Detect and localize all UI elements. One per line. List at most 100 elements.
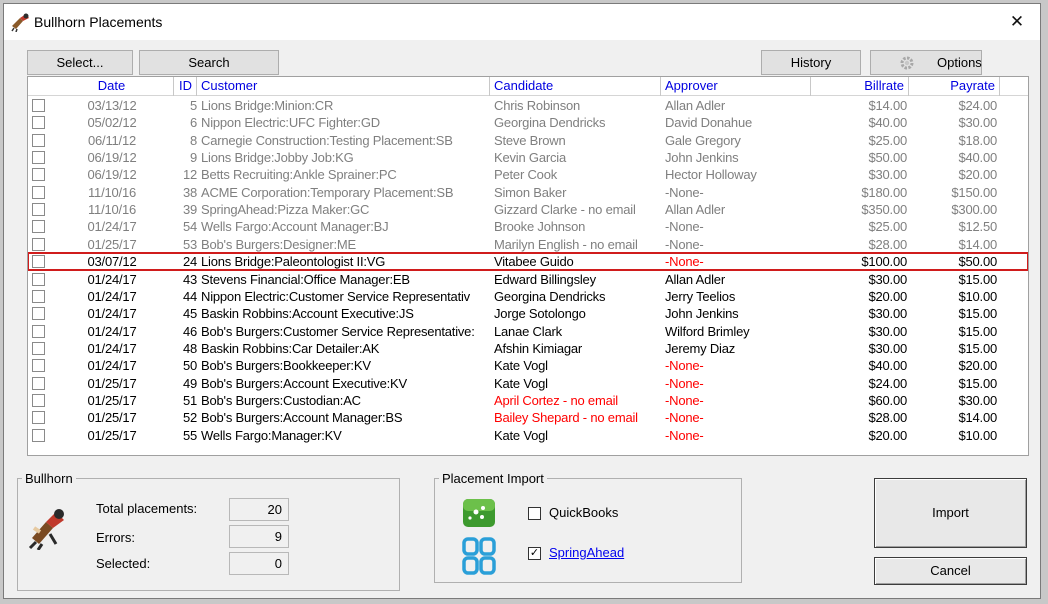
table-row[interactable]: 11/10/16 39 SpringAhead:Pizza Maker:GC Gizz… [28,201,1028,218]
cell-date: 01/24/17 [87,323,137,339]
row-checkbox[interactable] [32,428,45,442]
cell-customer: Bob's Burgers:Customer Service Represent… [201,323,475,339]
cell-customer: Wells Fargo:Manager:KV [201,427,342,443]
row-checkbox[interactable] [32,237,45,251]
cell-id: 53 [182,236,197,252]
row-checkbox[interactable] [32,289,45,303]
header-id[interactable]: ID [174,77,197,96]
search-button[interactable]: Search [139,50,279,75]
table-row[interactable]: 01/25/17 55 Wells Fargo:Manager:KV Kate Vog… [28,427,1028,444]
cell-date: 06/19/12 [87,150,137,166]
cell-approver: -None- [665,184,704,200]
cell-customer: Baskin Robbins:Account Executive:JS [201,306,414,322]
row-checkbox[interactable] [32,133,45,147]
row-checkbox[interactable] [32,411,45,425]
header-customer[interactable]: Customer [197,77,490,96]
row-checkbox[interactable] [32,203,45,217]
header-candidate[interactable]: Candidate [490,77,661,96]
cell-billrate: $60.00 [868,392,907,408]
row-checkbox[interactable] [32,99,45,112]
options-button[interactable]: Options [870,50,982,75]
import-button[interactable]: Import [874,478,1027,548]
table-row[interactable]: 01/24/17 48 Baskin Robbins:Car Detailer:AK… [28,340,1028,357]
row-checkbox[interactable] [32,220,45,234]
springahead-link[interactable]: SpringAhead [549,545,624,560]
row-checkbox[interactable] [32,359,45,373]
table-row[interactable]: 01/25/17 51 Bob's Burgers:Custodian:AC Apri… [28,392,1028,409]
cell-id: 51 [182,392,197,408]
cell-billrate: $30.00 [868,323,907,339]
table-row[interactable]: 01/25/17 52 Bob's Burgers:Account Manager:… [28,409,1028,426]
cell-customer: Bob's Burgers:Custodian:AC [201,392,361,408]
table-row[interactable]: 01/25/17 53 Bob's Burgers:Designer:ME Maril… [28,236,1028,253]
bullhorn-group: Bullhorn [17,471,400,591]
table-row[interactable]: 01/24/17 46 Bob's Burgers:Customer Service… [28,323,1028,340]
cell-payrate: $15.00 [958,271,997,287]
select-button[interactable]: Select... [27,50,133,75]
bullhorn-logo-icon [11,13,29,32]
table-row[interactable]: 01/24/17 43 Stevens Financial:Office Manag… [28,271,1028,288]
row-checkbox[interactable] [32,376,45,390]
cell-billrate: $14.00 [868,98,907,113]
row-checkbox[interactable] [32,168,45,182]
cell-id: 39 [182,202,197,218]
table-row[interactable]: 05/02/12 6 Nippon Electric:UFC Fighter:GD G… [28,114,1028,131]
options-label: Options [937,55,982,70]
selected-label: Selected: [96,556,151,571]
cell-billrate: $20.00 [868,427,907,443]
bullhorn-legend: Bullhorn [25,471,73,486]
row-checkbox[interactable] [32,116,45,130]
cell-payrate: $30.00 [958,115,997,131]
table-row[interactable]: 06/19/12 12 Betts Recruiting:Ankle Spraine… [28,166,1028,183]
cell-payrate: $50.00 [958,254,997,270]
row-checkbox[interactable] [32,151,45,165]
table-row[interactable]: 01/24/17 45 Baskin Robbins:Account Executi… [28,305,1028,322]
window-title: Bullhorn Placements [34,14,163,30]
history-button[interactable]: History [761,50,861,75]
cell-date: 11/10/16 [87,202,137,218]
cell-date: 01/24/17 [87,340,137,356]
table-row[interactable]: 06/19/12 9 Lions Bridge:Jobby Job:KG Kevin … [28,149,1028,166]
table-row[interactable]: 01/25/17 49 Bob's Burgers:Account Executiv… [28,375,1028,392]
row-checkbox[interactable] [32,393,45,407]
header-date[interactable]: Date [50,77,174,96]
cancel-button[interactable]: Cancel [874,557,1027,585]
table-row[interactable]: 01/24/17 44 Nippon Electric:Customer Servi… [28,288,1028,305]
cell-billrate: $30.00 [868,167,907,183]
row-checkbox[interactable] [32,255,45,269]
row-checkbox[interactable] [32,272,45,286]
cell-payrate: $20.00 [958,358,997,374]
springahead-checkbox[interactable]: ✓ [528,547,541,560]
cell-candidate: Steve Brown [494,132,566,148]
table-row[interactable]: 01/24/17 54 Wells Fargo:Account Manager:BJ… [28,218,1028,235]
cell-candidate: Jorge Sotolongo [494,306,586,322]
cell-billrate: $50.00 [868,150,907,166]
cell-billrate: $40.00 [868,358,907,374]
header-billrate[interactable]: Billrate [811,77,909,96]
header-approver[interactable]: Approver [661,77,811,96]
row-checkbox[interactable] [32,341,45,355]
cell-candidate: Gizzard Clarke - no email [494,202,636,218]
cell-id: 43 [182,271,197,287]
table-row[interactable]: 01/24/17 50 Bob's Burgers:Bookkeeper:KV Kat… [28,357,1028,374]
cell-candidate: Vitabee Guido [494,254,574,270]
table-row[interactable]: 03/13/12 5 Lions Bridge:Minion:CR Chris Rob… [28,97,1028,114]
cell-candidate: April Cortez - no email [494,392,618,408]
cell-candidate: Georgina Dendricks [494,288,606,304]
table-row[interactable]: 03/07/12 24 Lions Bridge:Paleontologist II… [28,252,1028,272]
cell-candidate: Georgina Dendricks [494,115,606,131]
quickbooks-checkbox[interactable] [528,507,541,520]
cell-candidate: Lanae Clark [494,323,562,339]
cell-id: 45 [182,306,197,322]
header-payrate[interactable]: Payrate [909,77,1000,96]
table-row[interactable]: 11/10/16 38 ACME Corporation:Temporary Pla… [28,184,1028,201]
cell-billrate: $40.00 [868,115,907,131]
row-checkbox[interactable] [32,324,45,338]
row-checkbox[interactable] [32,185,45,199]
close-icon[interactable]: ✕ [994,4,1040,40]
table-row[interactable]: 06/11/12 8 Carnegie Construction:Testing P… [28,132,1028,149]
cell-customer: Bob's Burgers:Account Manager:BS [201,410,403,426]
cell-billrate: $24.00 [868,375,907,391]
row-checkbox[interactable] [32,307,45,321]
cell-date: 01/25/17 [87,375,137,391]
